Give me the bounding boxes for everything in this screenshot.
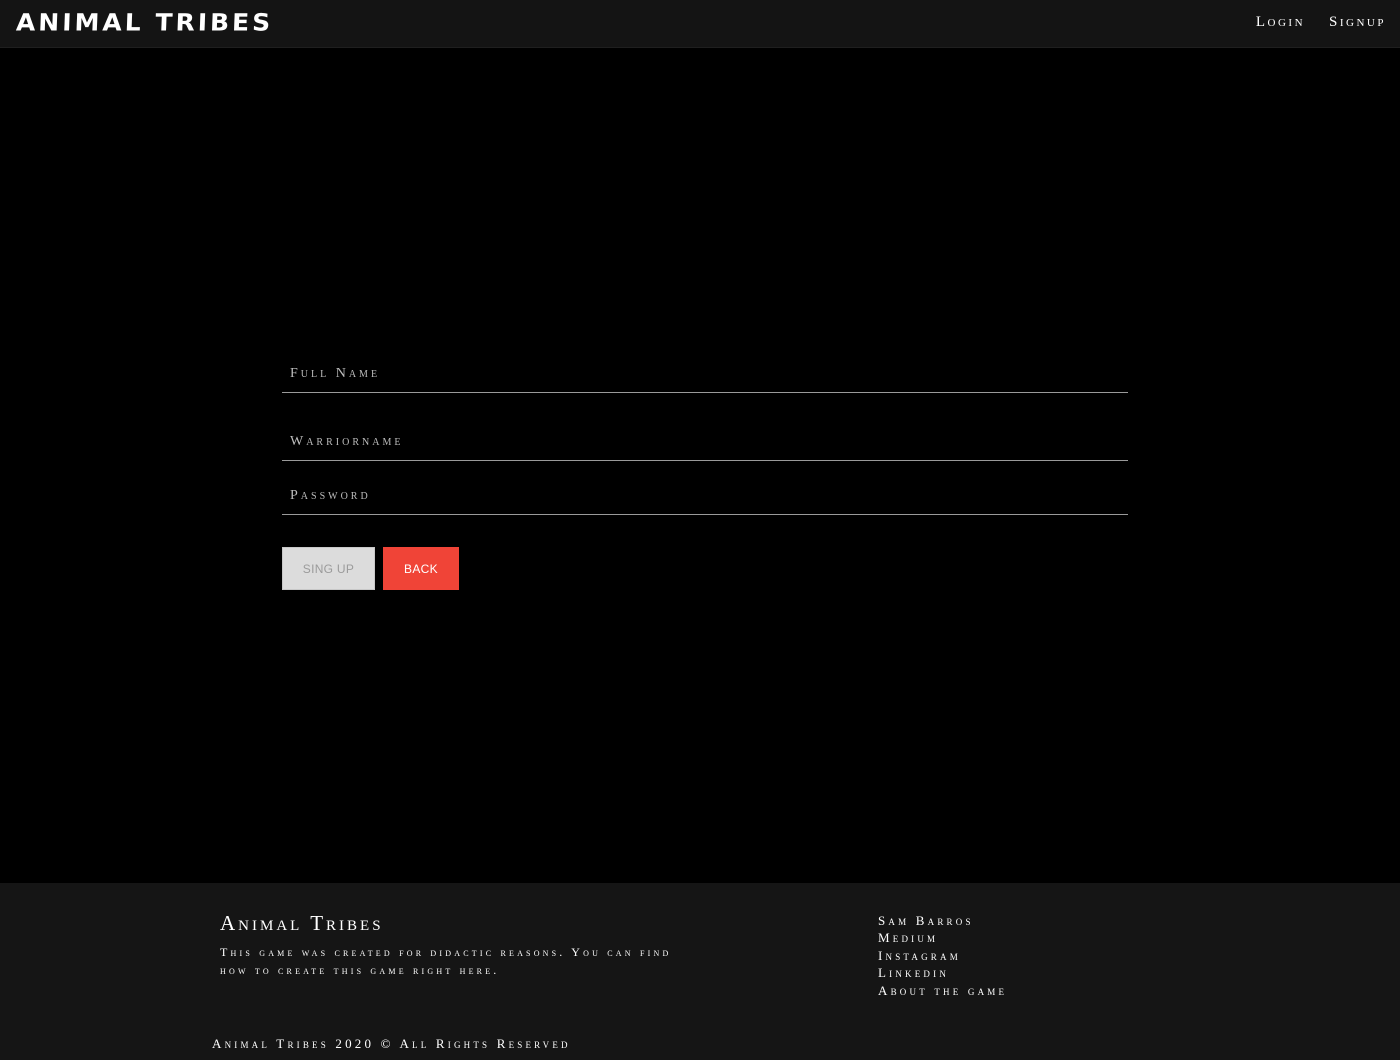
top-navbar: ANIMAL TRIBES Login Signup <box>0 0 1400 48</box>
list-item: Instagram <box>878 947 1007 964</box>
full-name-input[interactable] <box>282 355 1128 392</box>
footer-title: Animal Tribes <box>220 911 384 935</box>
top-nav: Login Signup <box>1256 14 1386 31</box>
warriorname-input[interactable] <box>282 423 1128 460</box>
footer-link-medium[interactable]: Medium <box>878 930 938 945</box>
back-button[interactable]: BACK <box>383 547 459 590</box>
list-item: Medium <box>878 929 1007 946</box>
footer-link-about-game[interactable]: About the game <box>878 983 1007 998</box>
warriorname-field <box>282 423 1128 461</box>
brand-logo[interactable]: ANIMAL TRIBES <box>15 9 273 37</box>
list-item: Sam Barros <box>878 912 1007 929</box>
footer-link-instagram[interactable]: Instagram <box>878 948 961 963</box>
footer-links: Sam Barros Medium Instagram Linkedin Abo… <box>878 912 1007 999</box>
footer-link-sam-barros[interactable]: Sam Barros <box>878 913 974 928</box>
page-footer: Animal Tribes This game was created for … <box>0 883 1400 1060</box>
footer-copyright: Animal Tribes 2020 © All Rights Reserved <box>212 1036 571 1051</box>
nav-signup-link[interactable]: Signup <box>1329 14 1386 31</box>
list-item: About the game <box>878 982 1007 999</box>
nav-login-link[interactable]: Login <box>1256 14 1305 31</box>
list-item: Linkedin <box>878 964 1007 981</box>
password-input[interactable] <box>282 477 1128 514</box>
full-name-field <box>282 355 1128 393</box>
signup-button[interactable]: SING UP <box>282 547 375 590</box>
footer-link-linkedin[interactable]: Linkedin <box>878 965 949 980</box>
password-field <box>282 477 1128 515</box>
footer-description: This game was created for didactic reaso… <box>220 945 672 977</box>
